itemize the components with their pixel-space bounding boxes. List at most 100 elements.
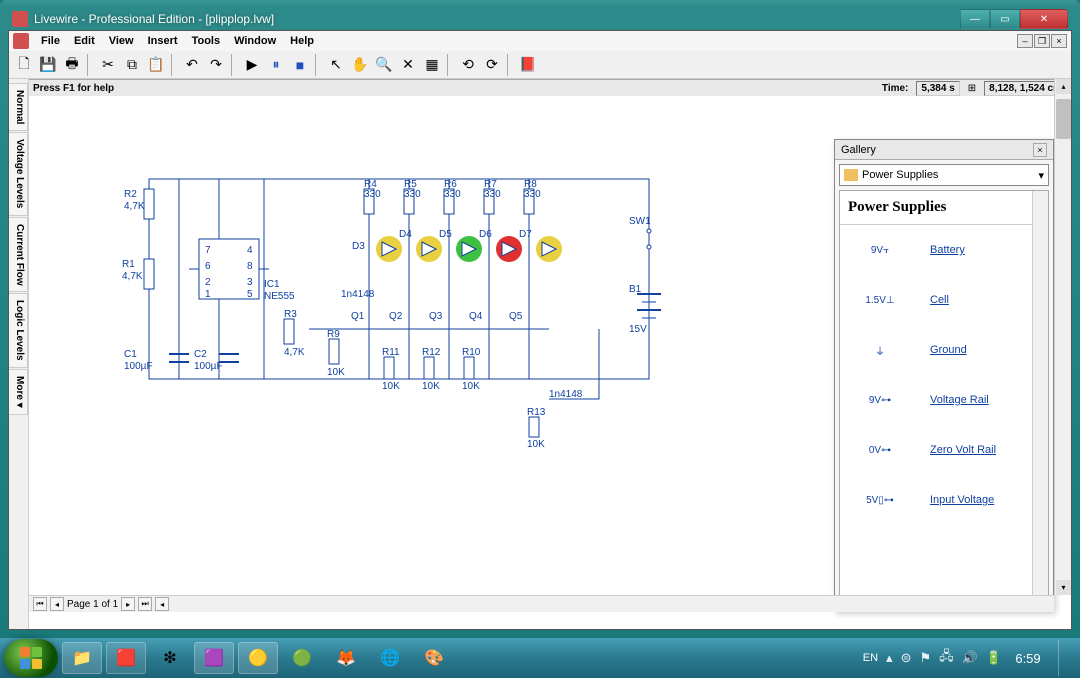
svg-text:10K: 10K <box>462 381 480 392</box>
system-tray: EN ▴ ⊜ ⚑ 🖧 🔊 🔋 6:59 <box>863 640 1076 676</box>
task-explorer-icon[interactable]: 📁 <box>62 642 102 674</box>
gallery-item-zrail[interactable]: 0V ⊶Zero Volt Rail <box>840 425 1048 475</box>
scroll-left-icon[interactable]: ◂ <box>155 597 169 611</box>
page-prev-icon[interactable]: ◂ <box>50 597 64 611</box>
svg-text:IC1: IC1 <box>264 279 280 290</box>
hand-icon[interactable]: ✋ <box>349 54 371 76</box>
menu-edit[interactable]: Edit <box>68 33 101 49</box>
svg-text:D7: D7 <box>519 229 532 240</box>
mdi-restore[interactable]: ❐ <box>1034 34 1050 48</box>
window-title: Livewire - Professional Edition - [plipp… <box>34 12 960 26</box>
gallery-item-inputv[interactable]: 5V ▯⊶Input Voltage <box>840 475 1048 525</box>
svg-text:4,7K: 4,7K <box>284 347 305 358</box>
task-livewire-icon[interactable]: 🟪 <box>194 642 234 674</box>
new-icon[interactable]: 🗋 <box>13 54 35 76</box>
svg-text:Q5: Q5 <box>509 311 523 322</box>
horizontal-scrollbar[interactable]: ⏮ ◂ Page 1 of 1 ▸ ⏭ ◂ <box>29 595 1054 612</box>
svg-text:330: 330 <box>364 189 381 200</box>
scroll-thumb[interactable] <box>1056 99 1071 139</box>
print-icon[interactable]: 🖶 <box>61 54 83 76</box>
gallery-item-ground[interactable]: ⏚Ground <box>840 325 1048 375</box>
mdi-close[interactable]: × <box>1051 34 1067 48</box>
task-app4-icon[interactable]: 🌐 <box>370 642 410 674</box>
stop-icon[interactable]: ■ <box>289 54 311 76</box>
task-app2-icon[interactable]: ❇ <box>150 642 190 674</box>
svg-text:2: 2 <box>205 277 211 288</box>
svg-text:NE555: NE555 <box>264 291 295 302</box>
vtab-logic[interactable]: Logic Levels <box>9 293 28 368</box>
save-icon[interactable]: 💾 <box>37 54 59 76</box>
task-paint-icon[interactable]: 🎨 <box>414 642 454 674</box>
svg-text:D3: D3 <box>352 241 365 252</box>
page-next-icon[interactable]: ▸ <box>121 597 135 611</box>
scroll-down-icon[interactable]: ▾ <box>1056 580 1071 595</box>
menu-view[interactable]: View <box>103 33 140 49</box>
vtab-current[interactable]: Current Flow <box>9 217 28 293</box>
play-icon[interactable]: ▶ <box>241 54 263 76</box>
pointer-icon[interactable]: ↖ <box>325 54 347 76</box>
redo-icon[interactable]: ↷ <box>205 54 227 76</box>
tray-chevron-icon[interactable]: ▴ <box>886 650 893 666</box>
rotate-right-icon[interactable]: ⟳ <box>481 54 503 76</box>
page-last-icon[interactable]: ⏭ <box>138 597 152 611</box>
status-help: Press F1 for help <box>33 83 114 94</box>
svg-text:4,7K: 4,7K <box>122 271 143 282</box>
copy-icon[interactable]: ⧉ <box>121 54 143 76</box>
delete-icon[interactable]: ✕ <box>397 54 419 76</box>
time-value: 5,384 s <box>916 81 959 96</box>
vertical-scrollbar[interactable]: ▴ ▾ <box>1054 79 1071 595</box>
menu-help[interactable]: Help <box>284 33 320 49</box>
menu-window[interactable]: Window <box>228 33 282 49</box>
app-icon <box>12 11 28 27</box>
gallery-icon[interactable]: 📕 <box>517 54 539 76</box>
svg-text:Q2: Q2 <box>389 311 403 322</box>
scroll-up-icon[interactable]: ▴ <box>1056 79 1071 94</box>
maximize-button[interactable]: ▭ <box>990 9 1020 29</box>
mdi-minimize[interactable]: – <box>1017 34 1033 48</box>
task-app-icon[interactable]: 🟥 <box>106 642 146 674</box>
gallery-scrollbar[interactable] <box>1032 191 1048 606</box>
undo-icon[interactable]: ↶ <box>181 54 203 76</box>
gallery-close-icon[interactable]: × <box>1033 143 1047 157</box>
zoom-icon[interactable]: 🔍 <box>373 54 395 76</box>
tray-action-center-icon[interactable]: ⊜ <box>901 650 912 666</box>
minimize-button[interactable]: — <box>960 9 990 29</box>
svg-text:3: 3 <box>247 277 253 288</box>
svg-text:100µF: 100µF <box>124 361 153 372</box>
vtab-normal[interactable]: Normal <box>9 83 28 131</box>
menu-insert[interactable]: Insert <box>142 33 184 49</box>
gallery-item-battery[interactable]: 9V ⫟Battery <box>840 225 1048 275</box>
title-bar: Livewire - Professional Edition - [plipp… <box>8 8 1072 30</box>
menu-file[interactable]: File <box>35 33 66 49</box>
show-desktop-button[interactable] <box>1058 640 1068 676</box>
tray-network-icon[interactable]: 🖧 <box>939 647 954 669</box>
paste-icon[interactable]: 📋 <box>145 54 167 76</box>
svg-text:1n4148: 1n4148 <box>549 389 583 400</box>
svg-text:15V: 15V <box>629 324 647 335</box>
svg-text:B1: B1 <box>629 284 642 295</box>
close-button[interactable]: ✕ <box>1020 9 1068 29</box>
gallery-category-select[interactable]: Power Supplies ▾ <box>839 164 1049 186</box>
task-chrome-icon[interactable]: 🟢 <box>282 642 322 674</box>
tray-battery-icon[interactable]: 🔋 <box>986 650 1002 666</box>
tray-flag-icon[interactable]: ⚑ <box>919 650 931 666</box>
canvas[interactable]: IC1 NE555 7621 4835 R24,7K R14,7K R4330 … <box>29 79 1071 629</box>
menu-tools[interactable]: Tools <box>186 33 227 49</box>
page-first-icon[interactable]: ⏮ <box>33 597 47 611</box>
chart-icon[interactable]: ▦ <box>421 54 443 76</box>
start-button[interactable] <box>4 639 58 677</box>
vtab-voltage[interactable]: Voltage Levels <box>9 132 28 215</box>
tray-clock[interactable]: 6:59 <box>1010 651 1046 666</box>
vtab-more[interactable]: More ▾ <box>9 369 28 415</box>
gallery-item-vrail[interactable]: 9V ⊶Voltage Rail <box>840 375 1048 425</box>
svg-text:R13: R13 <box>527 407 546 418</box>
tray-language[interactable]: EN <box>863 652 878 664</box>
task-app3-icon[interactable]: 🟡 <box>238 642 278 674</box>
task-firefox-icon[interactable]: 🦊 <box>326 642 366 674</box>
tray-volume-icon[interactable]: 🔊 <box>962 650 978 666</box>
cut-icon[interactable]: ✂ <box>97 54 119 76</box>
gallery-item-cell[interactable]: 1.5V ⊥Cell <box>840 275 1048 325</box>
schematic: IC1 NE555 7621 4835 R24,7K R14,7K R4330 … <box>89 119 729 499</box>
pause-icon[interactable]: ⏸ <box>265 54 287 76</box>
rotate-left-icon[interactable]: ⟲ <box>457 54 479 76</box>
